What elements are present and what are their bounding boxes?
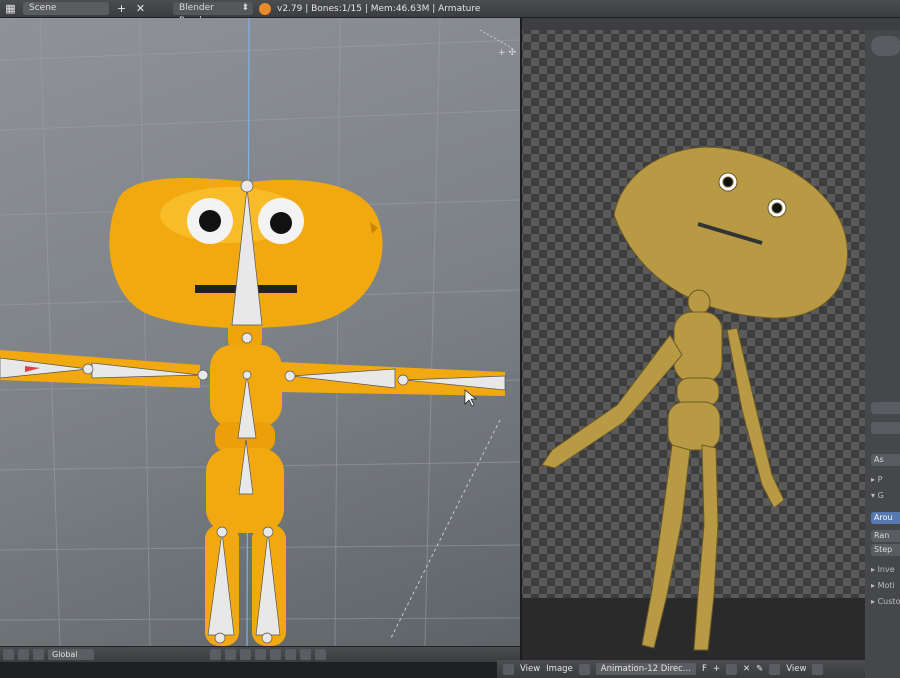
pin-icon[interactable]: ✎ (756, 664, 763, 674)
snap-icon[interactable] (240, 649, 251, 660)
props-section-motion[interactable]: ▸ Moti (871, 580, 900, 592)
bone-joint[interactable] (216, 526, 228, 538)
props-section-label: Custo (877, 597, 900, 606)
orientation-select[interactable]: Global (48, 649, 94, 660)
props-section-custom[interactable]: ▸ Custo (871, 596, 900, 608)
unlink-icon[interactable]: ✕ (743, 664, 750, 674)
image-editor-render[interactable] (522, 30, 865, 660)
blender-logo-icon (259, 2, 271, 15)
view-menu-2[interactable]: View (786, 664, 806, 674)
display-channels-icon[interactable] (812, 663, 824, 675)
camera-line (479, 29, 513, 49)
timeline-strip (0, 662, 520, 678)
manipulator-icon[interactable] (33, 649, 44, 660)
editor-type-icon[interactable] (503, 663, 514, 675)
props-section-g[interactable]: ▾ G (871, 490, 900, 502)
bone-joint[interactable] (240, 179, 254, 193)
properties-panel: As ▸ P ▾ G Arou Ran Step ▸ Inve ▸ Moti ▸… (865, 30, 900, 678)
range-option[interactable]: Ran (871, 530, 900, 542)
render-right-leg (693, 444, 719, 651)
3d-viewport[interactable]: + ✣ (0, 18, 520, 646)
scene-field[interactable]: Scene (23, 2, 109, 15)
viewport-scene (0, 18, 520, 646)
layers-icon[interactable] (210, 649, 221, 660)
bone-joint[interactable] (262, 526, 274, 538)
left-pupil (199, 210, 221, 232)
chevron-updown-icon: ⬍ (241, 3, 249, 13)
render-left-pupil (722, 176, 734, 188)
viewport-header: Global (0, 646, 520, 662)
render-neck (687, 289, 711, 315)
viewport-split-icon[interactable]: + ✣ (498, 48, 516, 58)
around-option[interactable]: Arou (871, 512, 900, 524)
props-tab[interactable]: As (871, 454, 900, 466)
keyframe-icon[interactable] (255, 649, 266, 660)
view-mode-icon[interactable] (769, 663, 781, 675)
render-icon[interactable] (270, 649, 281, 660)
bone-joint[interactable] (242, 370, 252, 380)
render-left-leg (641, 444, 691, 649)
image-browse-icon[interactable] (578, 663, 590, 675)
image-menu[interactable]: Image (546, 664, 573, 674)
paste-pose-icon[interactable] (300, 649, 311, 660)
render-right-arm (726, 327, 785, 509)
props-section-label: P (877, 475, 883, 484)
render-left-arm (541, 334, 683, 469)
bone-joint[interactable] (261, 632, 273, 644)
props-section-label: G (877, 491, 884, 500)
new-image-icon[interactable]: + (713, 664, 720, 674)
image-editor-header: View Image Animation-12 Direc... F + ✕ ✎… (497, 660, 865, 678)
bone-joint[interactable] (214, 632, 226, 644)
panel-button[interactable] (871, 36, 900, 56)
props-section-label: Inve (877, 565, 895, 574)
open-image-icon[interactable] (725, 663, 737, 675)
panel-button[interactable] (871, 422, 900, 434)
props-section-p[interactable]: ▸ P (871, 474, 900, 486)
info-header: ▦ Scene + ✕ Blender Render ⬍ v2.79 | Bon… (0, 0, 900, 26)
bone-joint[interactable] (197, 369, 209, 381)
pose-icon[interactable] (225, 649, 236, 660)
panel-button[interactable] (871, 402, 900, 414)
props-section-inverse[interactable]: ▸ Inve (871, 564, 900, 576)
render-engine-label: Blender Render (179, 3, 214, 26)
fake-user-toggle[interactable]: F (702, 664, 707, 674)
stats-text: v2.79 | Bones:1/15 | Mem:46.63M | Armatu… (277, 3, 481, 14)
top-right-strip (522, 18, 900, 30)
image-name-field[interactable]: Animation-12 Direc... (595, 663, 696, 675)
step-option[interactable]: Step (871, 544, 900, 556)
render-hip (667, 401, 721, 451)
render-engine-select[interactable]: Blender Render ⬍ (173, 2, 253, 26)
bone-joint[interactable] (284, 370, 296, 382)
add-scene-icon[interactable]: + (115, 2, 128, 15)
bone-joint[interactable] (82, 363, 94, 375)
copy-pose-icon[interactable] (285, 649, 296, 660)
bone-joint[interactable] (397, 374, 409, 386)
close-icon[interactable]: ✕ (134, 2, 147, 15)
pivot-icon[interactable] (18, 649, 29, 660)
bone-joint[interactable] (241, 332, 253, 344)
render-right-pupil (771, 202, 783, 214)
flip-pose-icon[interactable] (315, 649, 326, 660)
rendered-character (541, 146, 849, 651)
light-line (389, 419, 501, 641)
props-section-label: Moti (877, 581, 895, 590)
view-menu[interactable]: View (520, 664, 540, 674)
right-pupil (270, 212, 292, 234)
render-torso (673, 311, 723, 383)
screen-layout-icon[interactable]: ▦ (4, 2, 17, 15)
editor-type-icon[interactable] (3, 649, 14, 660)
